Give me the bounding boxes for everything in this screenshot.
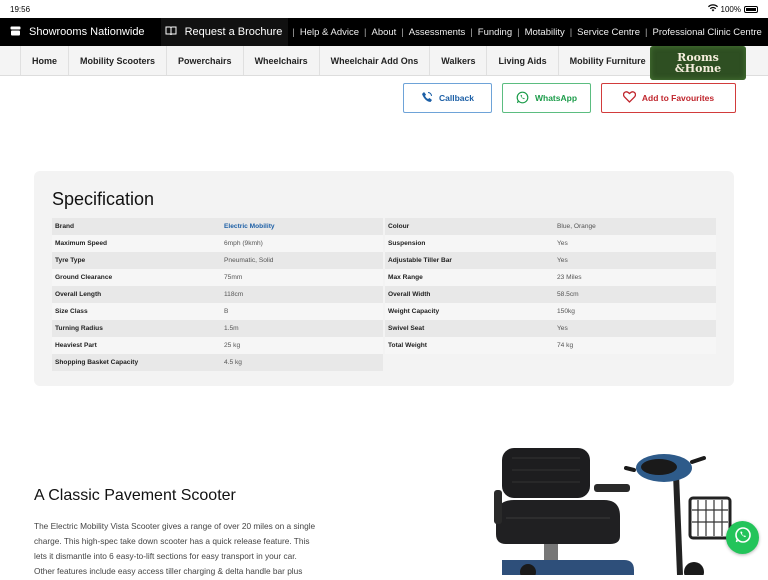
top-link-help[interactable]: Help & Advice [299,27,360,38]
favourites-label: Add to Favourites [641,93,715,103]
showrooms-label: Showrooms Nationwide [29,26,145,38]
whatsapp-icon [734,526,752,549]
callback-label: Callback [439,93,474,103]
wifi-icon [707,4,718,14]
callback-button[interactable]: Callback [403,83,492,113]
spec-row: Shopping Basket Capacity 4.5 kg [52,354,383,371]
battery-icon [744,5,758,13]
top-link-assessments[interactable]: Assessments [408,27,467,38]
top-link-about[interactable]: About [371,27,398,38]
spec-row: Total Weight 74 kg [385,337,716,354]
status-time: 19:56 [10,4,31,14]
nav-wheelchairs[interactable]: Wheelchairs [242,46,319,75]
nav-mobility-furniture[interactable]: Mobility Furniture [557,46,657,75]
brochure-link[interactable]: Request a Brochure [160,18,289,46]
specification-panel: Specification Brand Electric Mobility Max… [34,171,734,386]
description-text: The Electric Mobility Vista Scooter give… [34,521,316,576]
add-to-favourites-button[interactable]: Add to Favourites [601,83,736,113]
battery-percent: 100% [720,4,741,14]
top-bar: Showrooms Nationwide Request a Brochure … [0,18,768,46]
spec-table: Brand Electric Mobility Maximum Speed 6mph… [52,218,716,371]
rooms-home-logo[interactable]: Rooms &Home [650,46,746,80]
spec-row: Max Range 23 Miles [385,269,716,286]
whatsapp-label: WhatsApp [534,93,578,103]
status-bar: 19:56 100% [0,0,768,18]
spec-column-right: Colour Blue, Orange Suspension Yes Adjusta… [385,218,716,371]
nav-mobility-scooters[interactable]: Mobility Scooters [68,46,166,75]
product-description: A Classic Pavement Scooter The Electric … [34,487,379,579]
spec-row: Maximum Speed 6mph (9kmh) [52,235,383,252]
heart-icon [622,91,637,105]
brochure-label: Request a Brochure [184,26,283,38]
top-link-motability[interactable]: Motability [524,27,566,38]
nav-powerchairs[interactable]: Powerchairs [166,46,243,75]
spec-column-left: Brand Electric Mobility Maximum Speed 6mph… [52,218,383,371]
nav-walkers[interactable]: Walkers [429,46,486,75]
spec-row: Overall Width 58.5cm [385,286,716,303]
whatsapp-button[interactable]: WhatsApp [502,83,591,113]
book-icon [165,26,177,39]
spec-row: Brand Electric Mobility [52,218,383,235]
action-buttons: Callback WhatsApp Add to Favourites [403,83,736,113]
nav-wheelchair-add-ons[interactable]: Wheelchair Add Ons [318,46,430,75]
whatsapp-chat-button[interactable] [726,521,759,554]
phone-icon [421,91,433,105]
top-link-funding[interactable]: Funding [477,27,513,38]
top-link-service-centre[interactable]: Service Centre [576,27,641,38]
nav-home[interactable]: Home [20,46,68,75]
spec-row: Adjustable Tiller Bar Yes [385,252,716,269]
spec-row: Suspension Yes [385,235,716,252]
status-right: 100% [707,4,758,14]
top-links: | Help & Advice | About | Assessments | … [292,26,762,38]
scooter-image [494,440,744,580]
top-link-clinic-centre[interactable]: Professional Clinic Centre [651,27,762,38]
main-nav: Home Mobility Scooters Powerchairs Wheel… [0,46,768,80]
spec-row: Turning Radius 1.5m [52,320,383,337]
nav-living-aids[interactable]: Living Aids [486,46,557,75]
description-title: A Classic Pavement Scooter [34,487,236,504]
brand-link[interactable]: Electric Mobility [224,223,383,230]
logo-line2: &Home [674,62,722,75]
spec-row: Tyre Type Pneumatic, Solid [52,252,383,269]
spec-title: Specification [52,189,155,209]
spec-row: Swivel Seat Yes [385,320,716,337]
store-icon [10,26,21,39]
showrooms-link[interactable]: Showrooms Nationwide [0,18,161,46]
spec-row: Size Class B [52,303,383,320]
spec-row: Colour Blue, Orange [385,218,716,235]
spec-row: Weight Capacity 150kg [385,303,716,320]
spec-row: Ground Clearance 75mm [52,269,383,286]
spec-row: Heaviest Part 25 kg [52,337,383,354]
spec-row: Overall Length 118cm [52,286,383,303]
whatsapp-icon [516,91,529,106]
